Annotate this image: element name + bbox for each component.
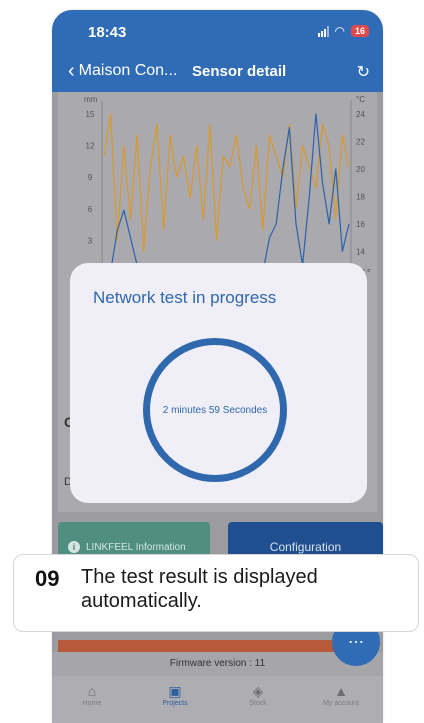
right-tick-label: 24 <box>356 110 365 119</box>
tab-projects[interactable]: ▣ Projects <box>135 682 215 707</box>
wifi-icon: ◠ <box>334 24 345 38</box>
sensor-chart: mm°C151296324222018161412.5 <box>84 95 372 272</box>
home-icon: ⌂ <box>87 683 97 699</box>
chat-icon: ⋯ <box>348 634 364 651</box>
briefcase-icon: ▣ <box>168 683 182 699</box>
modal-title: Network test in progress <box>93 288 277 307</box>
right-tick-label: 16 <box>356 220 365 229</box>
left-tick-label: 9 <box>88 173 93 182</box>
linkfeel-information-label: LINKFEEL Information <box>86 541 186 553</box>
series-line-1 <box>103 113 350 252</box>
tab-bar: ⌂ Home ▣ Projects ◈ Stock ▲ My account <box>52 676 383 723</box>
info-icon: i <box>68 541 80 553</box>
firmware-version: Firmware version : 11 <box>52 652 383 676</box>
right-axis-unit: °C <box>356 95 365 104</box>
step-text: The test result is displayed automatical… <box>81 566 318 612</box>
left-tick-label: 15 <box>86 110 95 119</box>
page-title: Sensor detail <box>192 63 287 80</box>
status-time: 18:43 <box>88 24 127 41</box>
refresh-icon[interactable]: ↻ <box>357 62 370 82</box>
right-tick-label: 18 <box>356 192 365 201</box>
action-button-strip[interactable] <box>58 640 358 652</box>
status-bar: 18:43 ◠ 16 <box>52 10 383 56</box>
tab-stock-label: Stock <box>249 700 267 707</box>
back-label: Maison Con... <box>78 62 178 79</box>
countdown-timer: 2 minutes 59 Secondes <box>162 404 268 416</box>
battery-icon: 16 <box>350 25 369 37</box>
left-axis-unit: mm <box>84 95 98 104</box>
tab-my-account-label: My account <box>323 700 359 707</box>
progress-ring: 2 minutes 59 Secondes <box>143 338 287 482</box>
step-number: 09 <box>35 566 60 591</box>
nav-bar: ‹ Maison Con... Sensor detail ↻ <box>52 56 383 92</box>
signal-icon <box>317 25 329 37</box>
person-icon: ▲ <box>334 683 348 699</box>
tab-home-label: Home <box>82 700 102 707</box>
network-test-modal: Network test in progress 2 minutes 59 Se… <box>70 263 367 503</box>
chevron-left-icon: ‹ <box>68 60 75 82</box>
right-tick-label: 20 <box>356 165 365 174</box>
tab-projects-label: Projects <box>162 700 188 707</box>
tab-stock[interactable]: ◈ Stock <box>218 682 298 707</box>
left-tick-label: 12 <box>86 142 95 151</box>
left-tick-label: 3 <box>88 236 93 245</box>
right-tick-label: 14 <box>356 247 365 256</box>
back-button[interactable]: ‹ Maison Con... <box>68 60 178 82</box>
configuration-label: Configuration <box>269 540 342 554</box>
status-icons: ◠ 16 <box>317 24 369 38</box>
tab-my-account[interactable]: ▲ My account <box>301 682 381 707</box>
left-tick-label: 6 <box>88 205 93 214</box>
box-icon: ◈ <box>252 683 264 699</box>
right-tick-label: 22 <box>356 137 365 146</box>
tab-home[interactable]: ⌂ Home <box>52 682 132 707</box>
instruction-callout: 09 The test result is displayed automati… <box>13 554 419 632</box>
